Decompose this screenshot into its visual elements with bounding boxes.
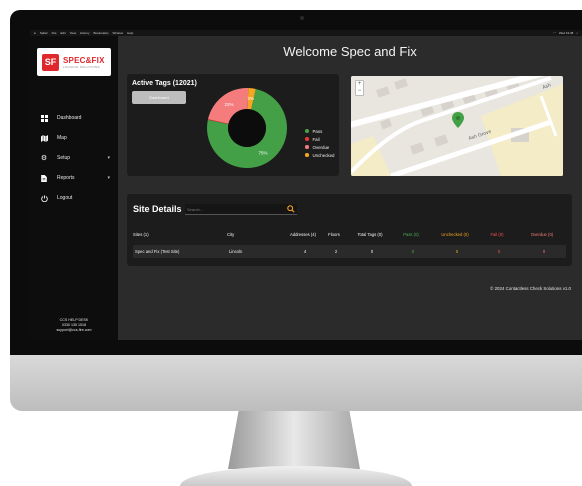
sidebar-item-label: Logout xyxy=(57,195,73,201)
column-header[interactable]: Unchecked (0) xyxy=(433,228,477,240)
monitor-stand-neck xyxy=(228,411,360,469)
table-header: Sites (1) City Addresses (4) Floors Total Ta… xyxy=(133,228,566,240)
monitor-stand-foot xyxy=(180,466,412,486)
table-cell: 0 xyxy=(370,249,374,254)
search-icon[interactable]: ⌕ xyxy=(576,31,578,35)
menubar-item[interactable]: Edit xyxy=(61,31,66,35)
legend-dot xyxy=(305,129,309,133)
zoom-out-button[interactable]: − xyxy=(356,88,363,95)
stage: ● Safari File Edit View History Bookmark… xyxy=(0,0,582,486)
legend-label: Overdue xyxy=(312,144,330,150)
map-tiles: Ash Grove Ash xyxy=(351,76,563,176)
legend-dot xyxy=(305,153,309,157)
search-icon[interactable] xyxy=(287,205,295,213)
sidebar-item-logout[interactable]: Logout xyxy=(40,188,110,208)
site-map[interactable]: Ash Grove Ash + − xyxy=(351,76,563,176)
column-header[interactable]: City xyxy=(227,228,277,240)
sidebar-item-reports[interactable]: Reports ▾ xyxy=(40,168,110,188)
legend-item-overdue[interactable]: Overdue xyxy=(305,143,334,151)
helpdesk-info: CCS HELP DESK 0330 135 1518 support@ccs-… xyxy=(30,318,118,333)
gear-icon: ⚙ xyxy=(40,155,48,162)
screen: ● Safari File Edit View History Bookmark… xyxy=(30,30,582,340)
column-header[interactable]: Floors xyxy=(323,228,345,240)
column-header[interactable]: Total Tags (0) xyxy=(349,228,391,240)
active-tags-card: Active Tags (12021) Dashboard 75% 22% 3% P… xyxy=(127,74,339,176)
table-cell: 2 xyxy=(334,249,338,254)
logo-badge: SF xyxy=(42,53,59,71)
table-cell: Lincoln xyxy=(229,249,243,254)
column-header[interactable]: Sites (1) xyxy=(133,228,223,240)
page-title: Welcome Spec and Fix xyxy=(283,44,417,59)
site-details-card: Site Details Sites (1)CityAddresses (4)F… xyxy=(127,194,572,266)
sidebar-nav: Dashboard Map ⚙ Setup ▾ Reports ▾ Logout xyxy=(40,108,110,208)
map-icon xyxy=(40,134,48,142)
table-cell: Spec and Fix (Test Site) xyxy=(135,249,180,254)
active-tags-title: Active Tags (12021) xyxy=(132,80,197,87)
site-details-title: Site Details xyxy=(133,204,182,214)
sidebar-item-label: Setup xyxy=(57,155,71,161)
menubar-item[interactable]: Bookmarks xyxy=(93,31,108,35)
active-tags-donut-chart: 75% 22% 3% xyxy=(207,88,287,168)
sidebar-item-map[interactable]: Map xyxy=(40,128,110,148)
sidebar: SF SPEC&FIX LOCKING SOLUTIONS Dashboard … xyxy=(30,36,118,340)
dashboard-icon xyxy=(40,114,48,122)
brand-logo[interactable]: SF SPEC&FIX LOCKING SOLUTIONS xyxy=(37,48,111,76)
wifi-icon[interactable]: ◠ xyxy=(553,31,556,35)
table-cell: 0 xyxy=(411,249,415,254)
zoom-in-button[interactable]: + xyxy=(356,81,363,88)
chevron-down-icon: ▾ xyxy=(107,175,110,181)
menubar-item[interactable]: History xyxy=(80,31,89,35)
map-zoom-control: + − xyxy=(355,80,364,96)
sidebar-item-setup[interactable]: ⚙ Setup ▾ xyxy=(40,148,110,168)
apple-icon[interactable]: ● xyxy=(34,31,36,35)
sidebar-item-label: Map xyxy=(57,135,67,141)
table-row[interactable]: Spec and Fix (Test Site) Lincoln 4 2 0 0 0 0 0 xyxy=(133,245,566,258)
logo-tagline: LOCKING SOLUTIONS xyxy=(63,64,100,69)
main-content: Welcome Spec and Fix Active Tags (12021)… xyxy=(118,36,582,340)
donut-data-label: 22% xyxy=(224,102,233,107)
sidebar-item-dashboard[interactable]: Dashboard xyxy=(40,108,110,128)
table-cell: 0 xyxy=(542,249,546,254)
chart-legend: Pass Fail Overdue Unchecked xyxy=(305,127,334,159)
legend-dot xyxy=(305,145,309,149)
legend-label: Fail xyxy=(312,136,320,142)
donut-hole xyxy=(228,109,266,147)
menubar-item[interactable]: File xyxy=(52,31,57,35)
legend-item-unchecked[interactable]: Unchecked xyxy=(305,151,334,159)
table-cell: 4 xyxy=(303,249,307,254)
footer-copyright: © 2024 Contactless Check Solutions v1.0 xyxy=(490,286,571,291)
column-header[interactable]: Fail (0) xyxy=(479,228,515,240)
menubar-item[interactable]: Safari xyxy=(40,31,48,35)
legend-item-pass[interactable]: Pass xyxy=(305,127,334,135)
helpdesk-email[interactable]: support@ccs-fire.com xyxy=(30,328,118,333)
donut-data-label: 75% xyxy=(258,150,267,155)
legend-item-fail[interactable]: Fail xyxy=(305,135,334,143)
sidebar-item-label: Reports xyxy=(57,175,75,181)
menubar-item[interactable]: View xyxy=(70,31,76,35)
table-cell: 0 xyxy=(455,249,459,254)
monitor-chin xyxy=(10,355,582,411)
camera-dot xyxy=(300,16,304,20)
menubar-item[interactable]: Window xyxy=(112,31,123,35)
column-header[interactable]: Pass (0) xyxy=(393,228,429,240)
legend-label: Pass xyxy=(312,128,323,134)
menubar-clock[interactable]: Wed 19:38 xyxy=(559,31,573,35)
power-icon xyxy=(40,194,48,202)
report-icon xyxy=(40,174,48,182)
table-cell: 0 xyxy=(497,249,501,254)
menubar-item[interactable]: Help xyxy=(127,31,133,35)
search-box xyxy=(185,204,297,215)
column-header[interactable]: Overdue (0) xyxy=(519,228,565,240)
search-input[interactable] xyxy=(187,205,283,214)
donut-data-label: 3% xyxy=(247,96,254,101)
chevron-down-icon: ▾ xyxy=(107,155,110,161)
sidebar-item-label: Dashboard xyxy=(57,115,82,121)
legend-label: Unchecked xyxy=(312,152,335,158)
dashboard-button[interactable]: Dashboard xyxy=(132,91,186,104)
logo-name: SPEC&FIX xyxy=(63,55,105,65)
legend-dot xyxy=(305,137,309,141)
column-header[interactable]: Addresses (4) xyxy=(285,228,321,240)
